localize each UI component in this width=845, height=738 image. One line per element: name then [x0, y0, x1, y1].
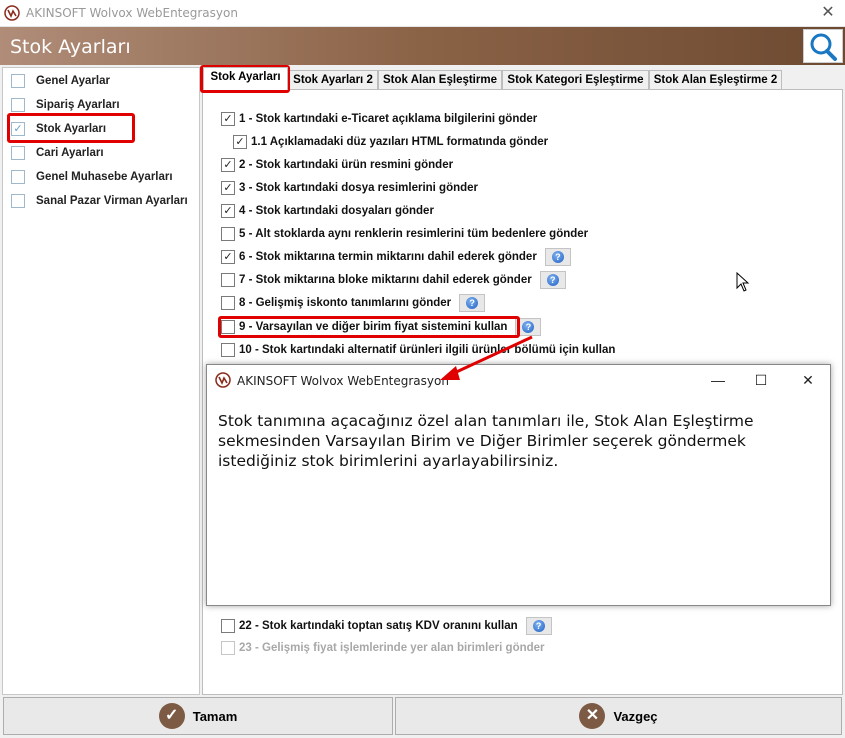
help-icon: ? [551, 251, 564, 263]
option-8[interactable]: 8 - Gelişmiş iskonto tanımlarını gönder … [221, 294, 486, 312]
window-title: AKINSOFT Wolvox WebEntegrasyon [26, 6, 238, 20]
option-6[interactable]: ✓ 6 - Stok miktarına termin miktarını da… [221, 248, 571, 266]
tab-bar: Stok Ayarları Stok Ayarları 2 Stok Alan … [202, 67, 843, 90]
help-button[interactable]: ? [539, 271, 566, 289]
option-label: 2 - Stok kartındaki ürün resmini gönder [239, 159, 454, 171]
option-label: 22 - Stok kartındaki toptan satış KDV or… [239, 620, 518, 632]
option-checkbox[interactable] [221, 296, 235, 310]
sidebar-item-stok-ayarlari[interactable]: ✓ Stok Ayarları [11, 120, 106, 138]
option-label: 8 - Gelişmiş iskonto tanımlarını gönder [239, 297, 452, 309]
option-checkbox[interactable] [221, 320, 235, 334]
cancel-button[interactable]: ✕ Vazgeç [395, 697, 842, 735]
option-checkbox[interactable] [221, 227, 235, 241]
option-7[interactable]: 7 - Stok miktarına bloke miktarını dahil… [221, 271, 566, 289]
sidebar-checkbox[interactable] [11, 170, 25, 184]
sidebar-item-label: Sanal Pazar Virman Ayarları [36, 195, 188, 207]
info-dialog: AKINSOFT Wolvox WebEntegrasyon — ☐ ✕ Sto… [206, 364, 831, 606]
sidebar-item-cari-ayarlari[interactable]: Cari Ayarları [11, 144, 104, 162]
option-label: 1 - Stok kartındaki e-Ticaret açıklama b… [239, 113, 538, 125]
sidebar-checkbox[interactable]: ✓ [11, 122, 25, 136]
window-titlebar: AKINSOFT Wolvox WebEntegrasyon ✕ [0, 0, 845, 27]
page-header: Stok Ayarları [0, 27, 845, 65]
option-23: 23 - Gelişmiş fiyat işlemlerinde yer ala… [221, 639, 545, 657]
option-checkbox[interactable]: ✓ [221, 158, 235, 172]
sidebar-item-label: Genel Ayarlar [36, 75, 110, 87]
option-checkbox[interactable] [221, 343, 235, 357]
checkmark-icon: ✓ [158, 703, 185, 729]
option-3[interactable]: ✓ 3 - Stok kartındaki dosya resimlerini … [221, 179, 478, 197]
sidebar-item-genel-ayarlar[interactable]: Genel Ayarlar [11, 72, 110, 90]
tab-stok-ayarlari[interactable]: Stok Ayarları [203, 67, 288, 90]
search-button[interactable] [803, 29, 843, 63]
help-icon: ? [466, 297, 479, 309]
page-title: Stok Ayarları [10, 36, 131, 58]
app-logo-icon [4, 5, 20, 21]
option-label: 1.1 Açıklamadaki düz yazıları HTML forma… [251, 136, 549, 148]
mouse-cursor-icon [736, 272, 750, 292]
tab-stok-alan-eslestirme[interactable]: Stok Alan Eşleştirme [378, 70, 502, 89]
cancel-button-label: Vazgeç [613, 708, 658, 724]
help-button[interactable]: ? [544, 248, 571, 266]
option-label: 7 - Stok miktarına bloke miktarını dahil… [239, 274, 532, 286]
help-button[interactable]: ? [459, 294, 486, 312]
option-checkbox[interactable] [221, 273, 235, 287]
tab-stok-alan-eslestirme-2[interactable]: Stok Alan Eşleştirme 2 [649, 70, 782, 89]
x-icon: ✕ [579, 703, 606, 729]
dialog-close-button[interactable]: ✕ [793, 369, 823, 391]
app-logo-icon [215, 372, 231, 388]
sidebar-item-genel-muhasebe-ayarlari[interactable]: Genel Muhasebe Ayarları [11, 168, 173, 186]
option-checkbox[interactable]: ✓ [221, 181, 235, 195]
option-checkbox[interactable] [221, 619, 235, 633]
option-9[interactable]: 9 - Varsayılan ve diğer birim fiyat sist… [221, 318, 542, 336]
option-22[interactable]: 22 - Stok kartındaki toptan satış KDV or… [221, 617, 552, 635]
sidebar-item-label: Stok Ayarları [36, 123, 107, 135]
tab-stok-kategori-eslestirme[interactable]: Stok Kategori Eşleştirme [502, 70, 649, 89]
option-checkbox [221, 641, 235, 655]
help-icon: ? [546, 274, 559, 286]
sidebar-item-siparis-ayarlari[interactable]: Sipariş Ayarları [11, 96, 120, 114]
option-1[interactable]: ✓ 1 - Stok kartındaki e-Ticaret açıklama… [221, 110, 537, 128]
option-checkbox[interactable]: ✓ [233, 135, 247, 149]
option-2[interactable]: ✓ 2 - Stok kartındaki ürün resmini gönde… [221, 156, 453, 174]
sidebar-item-label: Sipariş Ayarları [36, 99, 120, 111]
tab-stok-ayarlari-2[interactable]: Stok Ayarları 2 [288, 70, 378, 89]
option-label: 3 - Stok kartındaki dosya resimlerini gö… [239, 182, 479, 194]
option-checkbox[interactable]: ✓ [221, 250, 235, 264]
option-label: 6 - Stok miktarına termin miktarını dahi… [239, 251, 537, 263]
window-close-button[interactable]: ✕ [817, 2, 839, 24]
sidebar-item-sanal-pazar-virman-ayarlari[interactable]: Sanal Pazar Virman Ayarları [11, 192, 188, 210]
option-label: 9 - Varsayılan ve diğer birim fiyat sist… [239, 321, 508, 333]
dialog-message: Stok tanımına açacağınız özel alan tanım… [218, 412, 754, 470]
option-label: 23 - Gelişmiş fiyat işlemlerinde yer ala… [239, 642, 545, 654]
help-button[interactable]: ? [515, 318, 542, 336]
help-button[interactable]: ? [525, 617, 552, 635]
option-5[interactable]: 5 - Alt stoklarda aynı renklerin resimle… [221, 225, 588, 243]
option-checkbox[interactable]: ✓ [221, 112, 235, 126]
help-icon: ? [532, 620, 545, 632]
dialog-title: AKINSOFT Wolvox WebEntegrasyon [237, 374, 449, 388]
ok-button[interactable]: ✓ Tamam [3, 697, 393, 735]
option-checkbox[interactable]: ✓ [221, 204, 235, 218]
option-4[interactable]: ✓ 4 - Stok kartındaki dosyaları gönder [221, 202, 434, 220]
dialog-maximize-button[interactable]: ☐ [746, 369, 776, 391]
sidebar-checkbox[interactable] [11, 74, 25, 88]
sidebar-checkbox[interactable] [11, 194, 25, 208]
sidebar-checkbox[interactable] [11, 98, 25, 112]
ok-button-label: Tamam [192, 708, 238, 724]
help-icon: ? [522, 321, 535, 333]
option-10[interactable]: 10 - Stok kartındaki alternatif ürünleri… [221, 341, 615, 359]
option-label: 5 - Alt stoklarda aynı renklerin resimle… [239, 228, 589, 240]
option-label: 10 - Stok kartındaki alternatif ürünleri… [239, 344, 616, 356]
magnifier-icon [810, 33, 837, 61]
sidebar-item-label: Cari Ayarları [36, 147, 104, 159]
sidebar-checkbox[interactable] [11, 146, 25, 160]
sidebar-item-label: Genel Muhasebe Ayarları [36, 171, 173, 183]
dialog-minimize-button[interactable]: — [703, 369, 733, 391]
option-label: 4 - Stok kartındaki dosyaları gönder [239, 205, 434, 217]
settings-sidebar: Genel Ayarlar Sipariş Ayarları ✓ Stok Ay… [2, 67, 200, 695]
option-1-1[interactable]: ✓ 1.1 Açıklamadaki düz yazıları HTML for… [233, 133, 548, 151]
